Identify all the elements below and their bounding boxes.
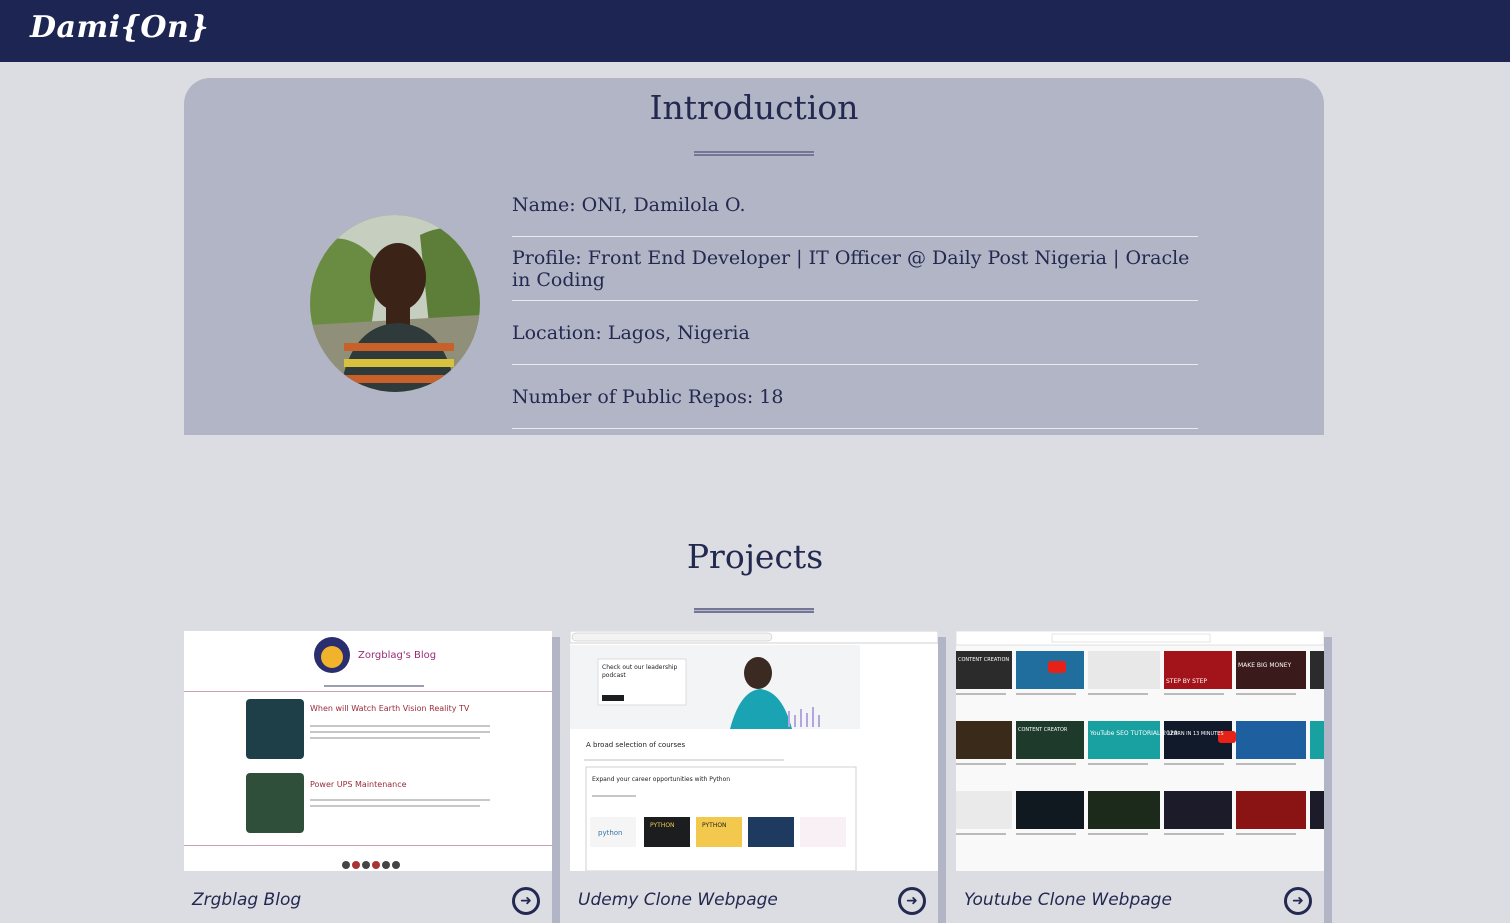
introduction-title: Introduction [649,88,859,127]
info-row-profile: Profile: Front End Developer | IT Office… [512,237,1198,301]
info-profile: Profile: Front End Developer | IT Office… [512,246,1190,291]
brand-logo[interactable]: Dami{On} [30,10,209,45]
project-card-youtube[interactable]: CONTENT CREATION MAKE BIG MONEY STEP BY … [956,631,1324,923]
udemy-preview-promo-1: Check out our leadership [602,664,678,671]
introduction-title-underline [694,151,814,156]
blog-preview-post-2: Power UPS Maintenance [310,780,407,789]
udemy-preview-section: Expand your career opportunities with Py… [592,776,730,783]
yt-thumb-label-5: LEARN IN 13 MINUTES [1168,731,1224,737]
arrow-right-icon[interactable]: ➜ [512,887,540,915]
udemy-preview-tile-2: PYTHON [650,822,675,829]
arrow-right-icon[interactable]: ➜ [898,887,926,915]
info-name: Name: ONI, Damilola O. [512,193,746,216]
project-name-udemy: Udemy Clone Webpage [578,890,778,910]
project-name-youtube: Youtube Clone Webpage [964,890,1172,910]
yt-thumb-label-2: MAKE BIG MONEY [1238,662,1292,669]
udemy-preview-promo-2: podcast [602,672,626,679]
info-location: Location: Lagos, Nigeria [512,321,750,344]
blog-preview-title: Zorgblag's Blog [358,650,436,661]
info-row-location: Location: Lagos, Nigeria [512,301,1198,365]
projects-title-underline [694,608,814,613]
card-divider [552,637,560,923]
profile-info-list: Name: ONI, Damilola O. Profile: Front En… [512,173,1198,429]
card-divider [1324,637,1332,923]
youtube-preview-image: CONTENT CREATION MAKE BIG MONEY STEP BY … [956,631,1324,871]
info-row-name: Name: ONI, Damilola O. [512,173,1198,237]
project-card-udemy[interactable]: Check out our leadership podcast A broad… [570,631,938,923]
project-thumbnail-udemy[interactable]: Check out our leadership podcast A broad… [570,631,938,871]
info-row-repos: Number of Public Repos: 18 [512,365,1198,429]
video-grid [956,651,1324,829]
blog-preview-post-1: When will Watch Earth Vision Reality TV [310,704,470,713]
project-thumbnail-blog[interactable]: Zorgblag's Blog When will Watch Earth Vi… [184,631,552,871]
introduction-card: Introduction Name: ONI, Damilola O. Prof… [184,78,1324,435]
avatar-photo-icon [310,215,480,392]
project-name-blog: Zrgblag Blog [192,890,302,910]
yt-thumb-label-4: YouTube SEO TUTORIAL 2020 [1089,730,1178,737]
yt-thumb-label-6: CONTENT CREATOR [1018,727,1068,733]
card-divider [938,637,946,923]
info-repos: Number of Public Repos: 18 [512,385,784,408]
profile-avatar [310,215,480,392]
udemy-preview-tile-1: python [598,829,623,837]
yt-thumb-label-3: STEP BY STEP [1166,678,1207,685]
arrow-right-icon[interactable]: ➜ [1284,887,1312,915]
udemy-preview-tile-3: PYTHON [702,822,727,829]
projects-title: Projects [686,537,824,576]
yt-thumb-label-1: CONTENT CREATION [958,657,1009,663]
top-navbar: Dami{On} [0,0,1510,62]
blog-preview-image: Zorgblag's Blog When will Watch Earth Vi… [184,631,552,871]
udemy-preview-image: Check out our leadership podcast A broad… [570,631,938,871]
udemy-preview-courses: A broad selection of courses [586,741,685,749]
project-card-blog[interactable]: Zorgblag's Blog When will Watch Earth Vi… [184,631,552,923]
project-thumbnail-youtube[interactable]: CONTENT CREATION MAKE BIG MONEY STEP BY … [956,631,1324,871]
